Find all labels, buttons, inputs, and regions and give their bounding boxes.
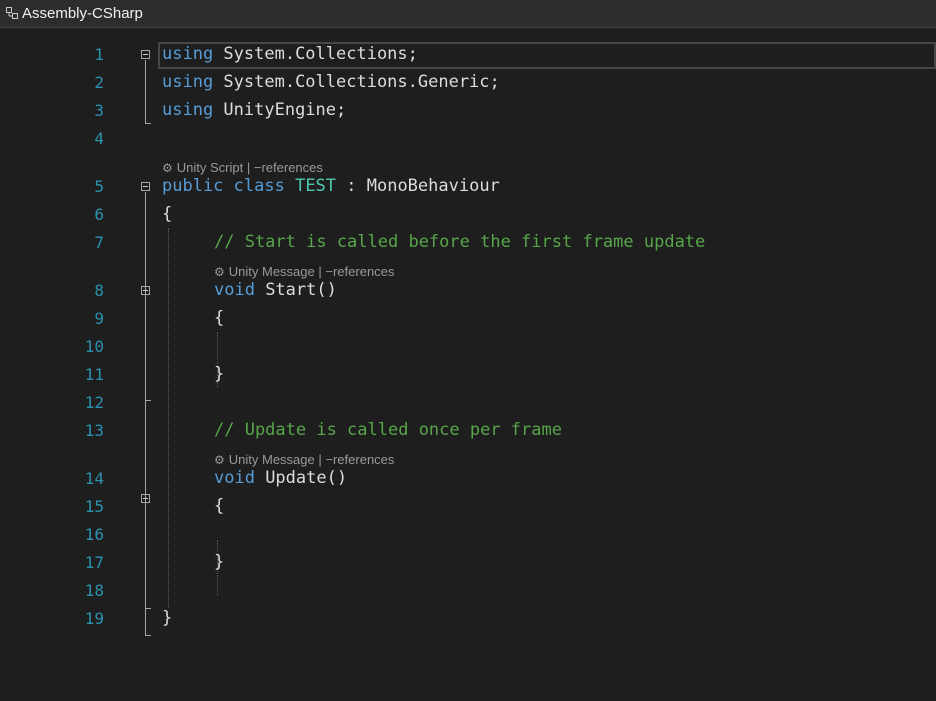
line-number: 7 [94,233,104,252]
code-line-5: public class TEST : MonoBehaviour [162,176,500,196]
code-line-3: using UnityEngine; [162,100,346,120]
document-tab-bar: Assembly-CSharp [0,0,936,28]
outline-bracket [145,60,146,123]
outline-bracket-end [145,123,151,124]
line-number: 19 [84,609,104,628]
class-name: TEST [295,176,337,196]
brace: } [214,364,225,384]
outline-bracket-end [145,400,151,401]
line-number: 9 [94,309,104,328]
line-number: 16 [84,525,104,544]
line-number: 4 [94,129,104,148]
codelens-separator: | [246,160,251,175]
keyword: public class [162,176,285,196]
collapse-toggle-icon[interactable] [141,286,150,295]
code-line-13: // Update is called once per frame [214,420,562,440]
unity-icon: ⚙ [162,161,173,175]
codelens-update: ⚙ Unity Message | −references [214,452,394,467]
code-line-8: void Start() [214,280,337,300]
code-line-7: // Start is called before the first fram… [214,232,705,252]
brace: } [214,552,225,572]
outline-bracket [145,192,146,635]
project-dropdown[interactable]: Assembly-CSharp [22,5,143,22]
line-number: 2 [94,73,104,92]
brace: { [162,204,173,224]
codelens-separator: | [318,264,322,279]
line-number: 8 [94,281,104,300]
code-editor[interactable]: 1 2 3 4 5 6 7 8 9 10 11 12 13 14 15 16 1… [0,28,936,701]
project-icon [6,7,18,19]
line-number: 14 [84,469,104,488]
codelens-unity-message-link[interactable]: Unity Message [229,264,315,279]
comment: // Update is called once per frame [214,420,562,440]
line-number: 13 [84,421,104,440]
codelens-class: ⚙ Unity Script | −references [162,160,323,175]
keyword: using [162,44,214,64]
brace: { [214,496,225,516]
code-text: Update() [254,468,348,488]
brace: } [162,608,173,628]
outline-bracket-end [145,635,151,636]
codelens-start: ⚙ Unity Message | −references [214,264,394,279]
brace: { [214,308,225,328]
code-text: UnityEngine; [213,100,347,120]
code-line-17: } [214,552,224,572]
unity-icon: ⚙ [214,265,225,279]
code-line-11: } [214,364,224,384]
line-number: 6 [94,205,104,224]
codelens-references-link[interactable]: −references [325,452,394,467]
code-text: System.Collections; [213,44,418,64]
codelens-unity-script-link[interactable]: Unity Script [177,160,243,175]
codelens-separator: | [318,452,322,467]
code-line-14: void Update() [214,468,347,488]
keyword: void [214,468,255,488]
collapse-toggle-icon[interactable] [141,182,150,191]
line-number: 3 [94,101,104,120]
code-line-18: } [162,608,172,628]
line-number: 11 [84,365,104,384]
collapse-toggle-icon[interactable] [141,494,150,503]
code-line-1: using System.Collections; [162,44,418,64]
keyword: using [162,72,214,92]
keyword: void [214,280,255,300]
line-number: 1 [94,45,104,64]
line-number: 5 [94,177,104,196]
line-number: 17 [84,553,104,572]
unity-icon: ⚙ [214,453,225,467]
line-number: 15 [84,497,104,516]
code-text: Start() [254,280,337,300]
indent-guide [168,228,169,608]
outline-bracket-end [145,608,151,609]
collapse-toggle-icon[interactable] [141,50,150,59]
code-text: : MonoBehaviour [336,176,500,196]
codelens-references-link[interactable]: −references [325,264,394,279]
code-text: System.Collections.Generic; [213,72,500,92]
keyword: using [162,100,214,120]
code-line-6: { [162,204,172,224]
codelens-references-link[interactable]: −references [254,160,323,175]
codelens-unity-message-link[interactable]: Unity Message [229,452,315,467]
line-number: 12 [84,393,104,412]
comment: // Start is called before the first fram… [214,232,706,252]
code-line-15: { [214,496,224,516]
code-line-9: { [214,308,224,328]
line-number: 18 [84,581,104,600]
line-number: 10 [84,337,104,356]
code-line-2: using System.Collections.Generic; [162,72,500,92]
